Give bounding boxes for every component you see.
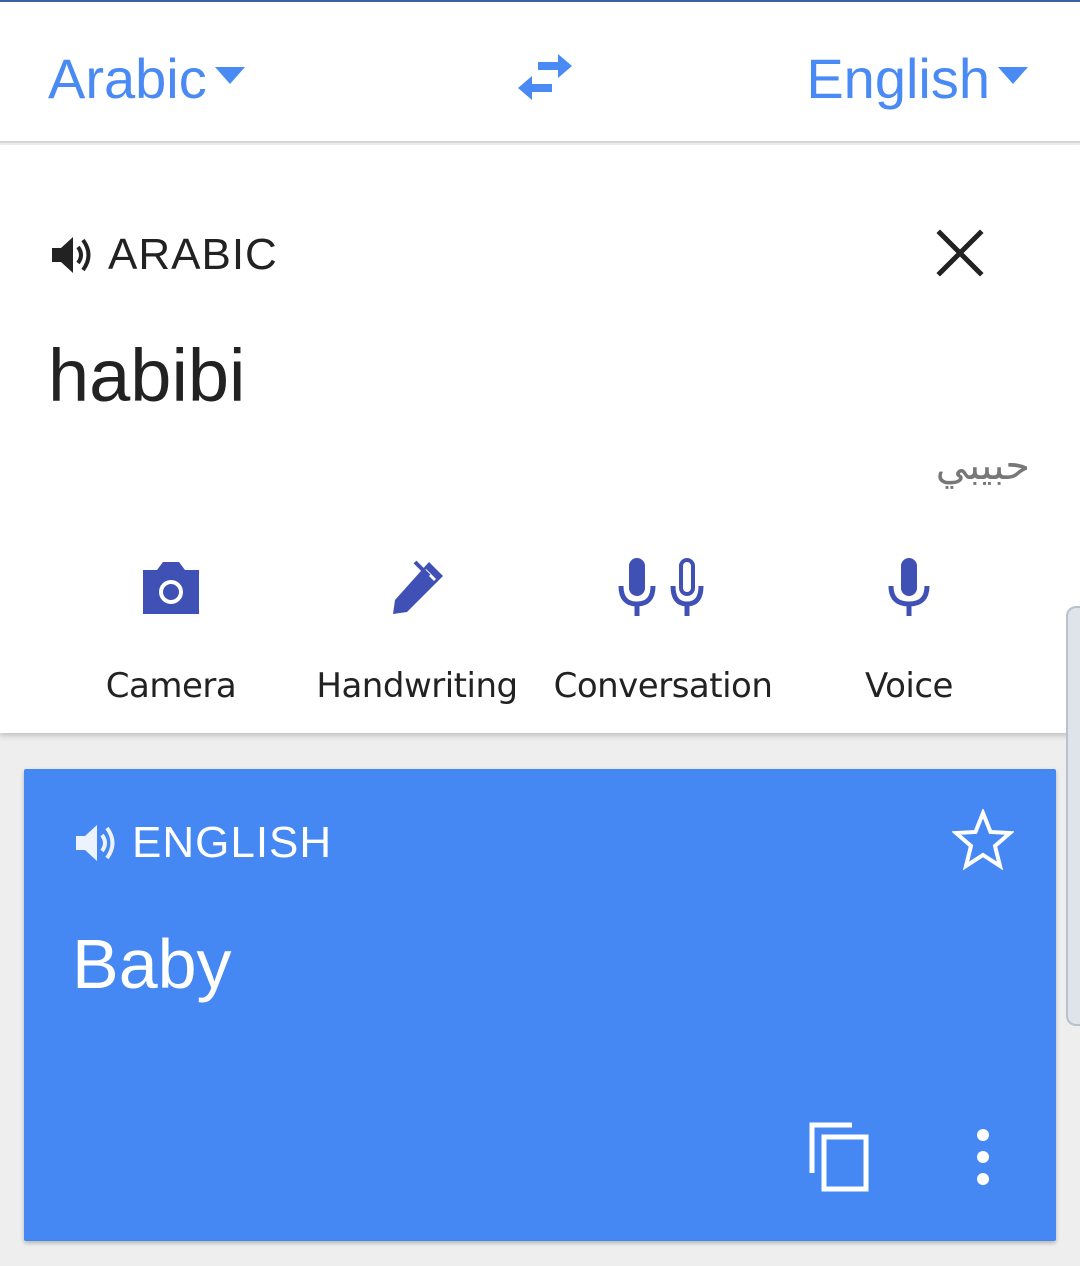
dual-microphone-icon (618, 558, 704, 616)
target-language-heading: ENGLISH (132, 818, 333, 867)
translation-result-card: ENGLISH Baby (24, 769, 1056, 1241)
speaker-icon[interactable] (48, 231, 96, 279)
close-icon[interactable] (932, 225, 988, 281)
source-language-heading: ARABIC (108, 230, 278, 279)
input-card: ARABIC habibi حبيبي Camera Handwriting C… (0, 145, 1080, 733)
star-outline-icon[interactable] (952, 809, 1014, 871)
input-tools: Camera Handwriting Conversation Voice (0, 550, 1080, 720)
scrollbar[interactable] (1066, 606, 1080, 1026)
result-header: ENGLISH (72, 813, 332, 873)
speaker-icon[interactable] (72, 819, 120, 867)
handwriting-button[interactable]: Handwriting (297, 550, 537, 720)
voice-label: Voice (865, 666, 953, 706)
translated-text: Baby (72, 925, 232, 1003)
camera-button[interactable]: Camera (51, 550, 291, 720)
conversation-label: Conversation (553, 666, 773, 706)
more-vert-icon[interactable] (968, 1127, 998, 1187)
microphone-icon (888, 558, 930, 616)
voice-button[interactable]: Voice (789, 550, 1029, 720)
target-language-select[interactable]: English (806, 42, 1028, 114)
source-text-input[interactable]: habibi (48, 333, 246, 418)
camera-label: Camera (105, 666, 237, 706)
conversation-button[interactable]: Conversation (543, 550, 783, 720)
handwriting-label: Handwriting (316, 666, 518, 706)
source-language-label: Arabic (48, 46, 207, 110)
source-header: ARABIC (48, 225, 278, 285)
camera-icon (143, 562, 199, 614)
language-bar: Arabic English (0, 2, 1080, 143)
copy-icon[interactable] (808, 1121, 872, 1193)
source-language-select[interactable]: Arabic (48, 42, 245, 114)
target-language-label: English (806, 46, 990, 110)
pen-icon (393, 560, 443, 614)
transliteration-text: حبيبي (935, 443, 1030, 489)
caret-down-icon (214, 66, 245, 84)
caret-down-icon (998, 66, 1028, 84)
swap-arrows-icon[interactable] (512, 44, 578, 110)
